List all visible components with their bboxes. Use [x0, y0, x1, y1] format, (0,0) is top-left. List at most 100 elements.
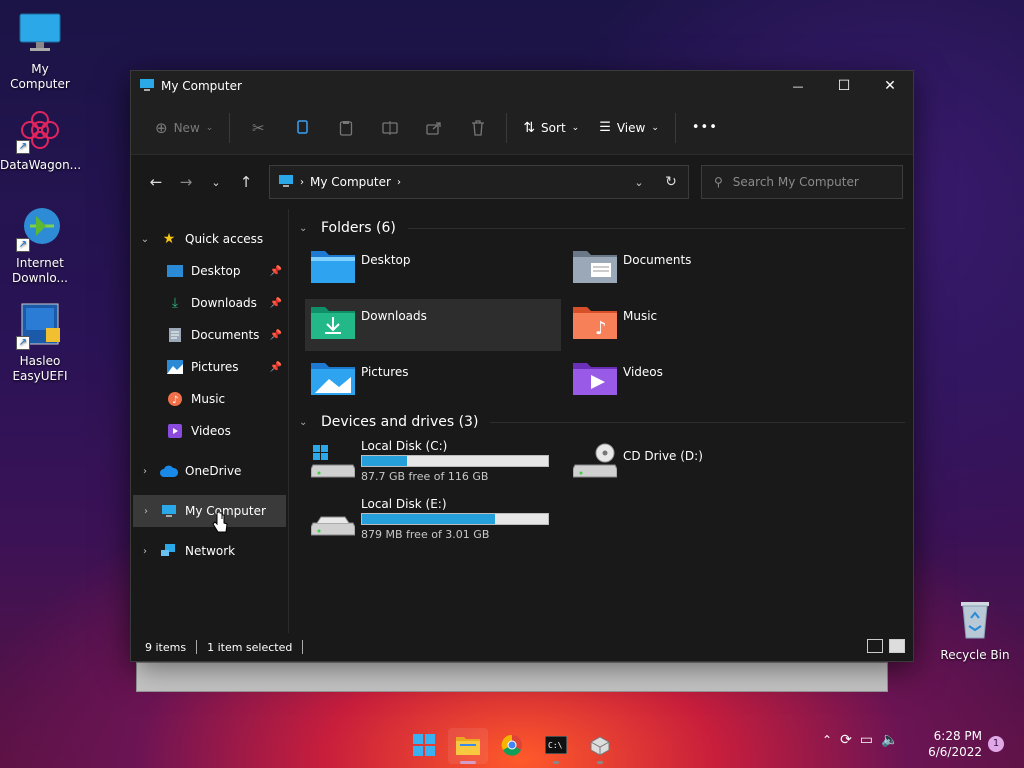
sidebar-item-downloads[interactable]: ⤓ Downloads 📌 [131, 287, 288, 319]
desktop-icon-my-computer[interactable]: My Computer [0, 10, 80, 92]
up-arrow-icon[interactable]: ↑ [231, 167, 261, 197]
sidebar-item-label: Quick access [185, 232, 264, 246]
chevron-down-icon[interactable]: ⌄ [299, 223, 315, 234]
close-button[interactable]: ✕ [867, 71, 913, 101]
desktop-icon-easyuefi[interactable]: ↗ Hasleo EasyUEFI [0, 302, 80, 384]
taskbar-app-file-explorer[interactable] [448, 728, 488, 764]
notification-badge[interactable]: 1 [988, 736, 1004, 752]
tile-name: Downloads [361, 309, 427, 323]
folder-tile-videos[interactable]: Videos [567, 355, 823, 407]
monitor-icon [139, 78, 155, 95]
desktop-icon-internet-download[interactable]: ↗ Internet Downlo... [0, 204, 80, 286]
details-view-icon[interactable] [867, 639, 883, 653]
tile-name: Desktop [361, 253, 411, 267]
maximize-button[interactable]: ☐ [821, 71, 867, 101]
new-button[interactable]: ⊕ New ⌄ [145, 112, 223, 144]
sort-button[interactable]: ⇅ Sort ⌄ [513, 112, 589, 144]
folder-tile-documents[interactable]: Documents [567, 243, 823, 295]
delete-icon[interactable] [466, 116, 490, 140]
taskbar-app-chrome[interactable] [492, 728, 532, 764]
terminal-icon: C:\ [544, 735, 568, 757]
toolbar-divider [506, 112, 508, 143]
chevron-down-icon[interactable]: ⌄ [131, 234, 159, 245]
folders-group-header[interactable]: ⌄ Folders (6) [297, 213, 905, 243]
globe-download-icon: ↗ [16, 204, 64, 252]
drive-usage-bar [361, 455, 549, 467]
forward-arrow-icon[interactable]: → [171, 167, 201, 197]
drive-usage-fill [362, 456, 408, 466]
easyuefi-icon: ↗ [16, 302, 64, 350]
sidebar-item-network[interactable]: › Network [131, 535, 288, 567]
folder-tile-desktop[interactable]: Desktop [305, 243, 561, 295]
cut-icon[interactable]: ✂ [246, 116, 270, 140]
search-placeholder: Search My Computer [732, 175, 859, 189]
sidebar-item-documents[interactable]: Documents 📌 [131, 319, 288, 351]
chevron-down-icon[interactable]: ⌄ [299, 417, 315, 428]
installer-icon [589, 734, 611, 759]
running-indicator [460, 761, 476, 764]
sync-icon[interactable]: ⟳ [840, 732, 852, 748]
drives-group-header[interactable]: ⌄ Devices and drives (3) [297, 407, 905, 437]
minimize-button[interactable]: — [775, 71, 821, 101]
folder-tile-pictures[interactable]: Pictures [305, 355, 561, 407]
display-icon[interactable]: ▭ [860, 732, 873, 748]
more-options-button[interactable]: ••• [682, 112, 728, 144]
chevron-right-icon[interactable]: › [131, 546, 159, 557]
sidebar-item-videos[interactable]: Videos [131, 415, 288, 447]
sidebar-item-pictures[interactable]: Pictures 📌 [131, 351, 288, 383]
recent-chevron-icon[interactable]: ⌄ [201, 167, 231, 197]
sidebar-item-quick-access[interactable]: ⌄ ★ Quick access [131, 223, 288, 255]
background-window [136, 662, 888, 692]
taskbar-app-installer[interactable] [580, 728, 620, 764]
folder-tile-downloads[interactable]: Downloads [305, 299, 561, 351]
taskbar-clock[interactable]: 6:28 PM 6/6/2022 [926, 728, 982, 760]
back-arrow-icon[interactable]: ← [141, 167, 171, 197]
address-bar[interactable]: › My Computer › ⌄ ↻ [269, 165, 689, 199]
drive-tile-e[interactable]: Local Disk (E:) 879 MB free of 3.01 GB [305, 495, 561, 549]
breadcrumb-my-computer[interactable]: My Computer [310, 175, 391, 189]
folder-tiles: Desktop Documents Downloads ♪ Music Pict… [297, 243, 905, 407]
desktop-icon-recycle-bin[interactable]: Recycle Bin [935, 596, 1015, 663]
drive-tile-d[interactable]: CD Drive (D:) [567, 437, 823, 491]
share-icon[interactable] [422, 116, 446, 140]
video-icon [165, 422, 185, 440]
chevron-right-icon[interactable]: › [133, 506, 159, 517]
chevron-right-icon: › [300, 176, 304, 188]
content-pane[interactable]: ⌄ Folders (6) Desktop Documents Download… [289, 209, 913, 633]
selection-count: 1 item selected [207, 640, 293, 654]
search-box[interactable]: ⚲ Search My Computer [701, 165, 903, 199]
show-hidden-icons-chevron-icon[interactable]: ⌃ [822, 733, 832, 747]
drive-tile-c[interactable]: Local Disk (C:) 87.7 GB free of 116 GB [305, 437, 561, 491]
copy-icon[interactable] [290, 116, 314, 140]
address-dropdown-icon[interactable]: ⌄ [624, 176, 654, 189]
navigation-pane[interactable]: ⌄ ★ Quick access Desktop 📌 ⤓ Downloads 📌… [131, 209, 289, 633]
clock-date: 6/6/2022 [928, 745, 982, 759]
window-title: My Computer [161, 79, 242, 93]
sort-arrows-icon: ⇅ [523, 119, 536, 136]
view-button[interactable]: ☰ View ⌄ [589, 112, 669, 144]
refresh-icon[interactable]: ↻ [654, 174, 688, 190]
sidebar-item-label: Videos [191, 424, 231, 438]
chevron-right-icon[interactable]: › [131, 466, 159, 477]
search-icon: ⚲ [714, 175, 723, 189]
sidebar-item-music[interactable]: ♪ Music [131, 383, 288, 415]
new-label: New [173, 120, 200, 135]
sidebar-item-onedrive[interactable]: › OneDrive [131, 455, 288, 487]
network-icon [159, 542, 179, 560]
volume-icon[interactable]: 🔈 [881, 732, 898, 748]
sidebar-item-desktop[interactable]: Desktop 📌 [131, 255, 288, 287]
desktop-icon-datawagon[interactable]: ↗ DataWagon... [0, 106, 81, 173]
folder-tile-music[interactable]: ♪ Music [567, 299, 823, 351]
videos-folder-icon [573, 359, 617, 399]
sidebar-item-my-computer[interactable]: › My Computer [133, 495, 286, 527]
toolbar-divider [674, 112, 676, 143]
title-bar[interactable]: My Computer — ☐ ✕ [131, 71, 913, 101]
music-folder-icon: ♪ [573, 303, 617, 343]
documents-folder-icon [573, 247, 617, 287]
paste-icon[interactable] [334, 116, 358, 140]
tiles-view-icon[interactable] [889, 639, 905, 653]
chevron-down-icon: ⌄ [205, 122, 214, 133]
taskbar-app-terminal[interactable]: C:\ [536, 728, 576, 764]
start-button[interactable] [404, 728, 444, 764]
rename-icon[interactable] [378, 116, 402, 140]
